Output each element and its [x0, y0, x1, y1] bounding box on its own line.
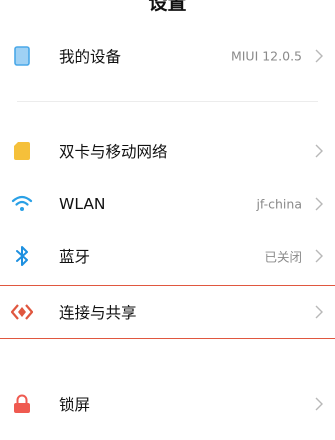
settings-item-label: 我的设备 [59, 48, 122, 66]
divider [17, 101, 318, 102]
settings-item-label: 双卡与移动网络 [59, 143, 168, 161]
settings-item-value: jf-china [256, 196, 302, 212]
device-icon [11, 45, 33, 67]
settings-item-label: WLAN [59, 195, 106, 213]
settings-item-label: 锁屏 [59, 396, 91, 414]
wifi-icon [11, 193, 33, 215]
settings-item-label: 蓝牙 [59, 248, 91, 266]
chevron-right-icon [315, 49, 323, 63]
bluetooth-icon [11, 245, 33, 267]
settings-item-value: MIUI 12.0.5 [230, 48, 302, 64]
sim-card-icon [11, 140, 33, 162]
chevron-right-icon [315, 249, 323, 263]
settings-item-my-device[interactable]: 我的设备 MIUI 12.0.5 [0, 31, 335, 81]
chevron-right-icon [315, 305, 323, 319]
chevron-right-icon [315, 144, 323, 158]
chevron-right-icon [315, 197, 323, 211]
lock-icon [11, 393, 33, 415]
settings-item-bluetooth[interactable]: 蓝牙 已关闭 [0, 231, 335, 281]
settings-item-dual-sim[interactable]: 双卡与移动网络 [0, 126, 335, 176]
settings-item-label: 连接与共享 [59, 304, 137, 322]
connection-sharing-icon [11, 301, 33, 323]
page-title: 设置 [148, 0, 187, 14]
settings-item-value: 已关闭 [264, 249, 302, 265]
settings-item-wlan[interactable]: WLAN jf-china [0, 179, 335, 229]
settings-item-connection-sharing[interactable]: 连接与共享 [0, 285, 335, 339]
chevron-right-icon [315, 397, 323, 411]
settings-item-lock-screen[interactable]: 锁屏 [0, 379, 335, 429]
